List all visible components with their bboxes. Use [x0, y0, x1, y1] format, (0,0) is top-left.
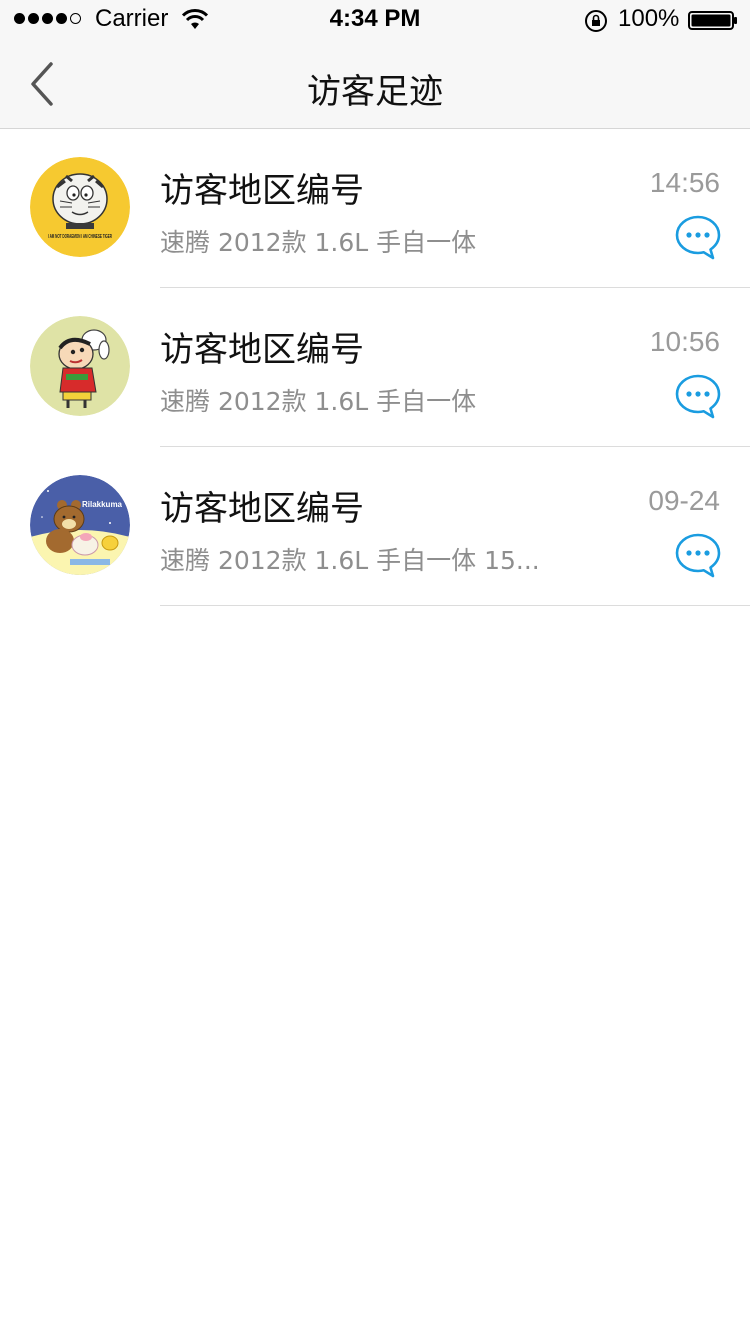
- chat-bubble-icon[interactable]: [674, 531, 722, 579]
- rotation-lock-icon: [585, 10, 607, 32]
- page-title: 访客足迹: [307, 72, 443, 112]
- avatar[interactable]: [30, 316, 130, 416]
- visitor-description: 速腾 2012款 1.6L 手自一体 15...: [160, 546, 540, 575]
- list-item[interactable]: I AM NOT DORAEMON I AM CHINESE TIGER 访客地…: [0, 129, 750, 288]
- navigation-bar: 访客足迹: [0, 40, 750, 129]
- battery-percentage: 100%: [618, 5, 680, 32]
- avatar[interactable]: Rilakkuma: [30, 475, 130, 575]
- list-item[interactable]: 访客地区编号 速腾 2012款 1.6L 手自一体 10:56: [0, 288, 750, 447]
- chat-bubble-icon[interactable]: [674, 372, 722, 420]
- visit-time: 09-24: [648, 485, 720, 516]
- avatar-caption: Rilakkuma: [82, 500, 123, 509]
- status-bar: Carrier 4:34 PM 100%: [0, 0, 750, 40]
- avatar[interactable]: I AM NOT DORAEMON I AM CHINESE TIGER: [30, 157, 130, 257]
- visit-time: 10:56: [649, 326, 720, 357]
- visitor-name: 访客地区编号: [160, 489, 364, 529]
- visitor-list: I AM NOT DORAEMON I AM CHINESE TIGER 访客地…: [0, 129, 750, 606]
- visitor-description: 速腾 2012款 1.6L 手自一体: [160, 228, 477, 257]
- visit-time: 14:56: [649, 167, 720, 198]
- chat-bubble-icon[interactable]: [674, 213, 722, 261]
- battery-icon: [688, 11, 737, 30]
- divider: [160, 605, 750, 606]
- avatar-caption: I AM NOT DORAEMON I AM CHINESE TIGER: [48, 234, 112, 240]
- visitor-name: 访客地区编号: [160, 330, 364, 370]
- list-item[interactable]: Rilakkuma 访客地区编号 速腾 2012款 1.6L 手自一体 15..…: [0, 447, 750, 606]
- visitor-name: 访客地区编号: [160, 171, 364, 211]
- visitor-description: 速腾 2012款 1.6L 手自一体: [160, 387, 477, 416]
